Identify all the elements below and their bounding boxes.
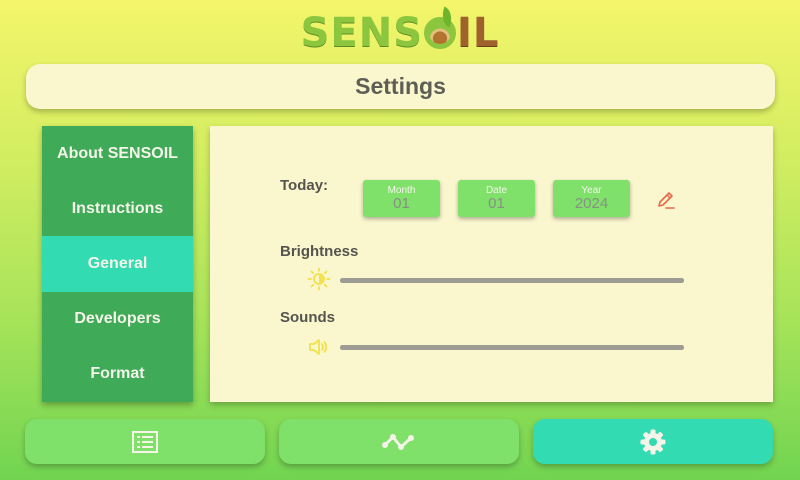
- logo-wordmark: SENS IL: [300, 6, 500, 56]
- day-value: 01: [488, 195, 505, 212]
- sidebar-item-format[interactable]: Format: [42, 347, 193, 402]
- list-icon: [132, 430, 158, 453]
- sidebar-item-label: Format: [90, 365, 145, 383]
- sounds-slider-fill: [340, 345, 684, 350]
- sounds-label: Sounds: [280, 309, 335, 326]
- pencil-icon[interactable]: [656, 190, 676, 210]
- sidebar-item-label: About SENSOIL: [57, 144, 178, 162]
- nav-list-button[interactable]: [25, 419, 265, 464]
- nav-settings-button[interactable]: [533, 419, 773, 464]
- brightness-label: Brightness: [280, 243, 359, 260]
- brightness-slider[interactable]: [340, 278, 684, 283]
- year-value: 2024: [574, 195, 609, 212]
- sidebar-item-label: General: [87, 254, 148, 272]
- sensoil-logo: SENS IL: [0, 6, 800, 58]
- gear-icon: [640, 429, 666, 454]
- day-field[interactable]: Date 01: [458, 180, 535, 217]
- soil-leaf-icon: [424, 6, 457, 49]
- logo-text-part2: IL: [457, 10, 500, 56]
- settings-sidebar: About SENSOIL Instructions General Devel…: [42, 126, 193, 402]
- sidebar-item-label: Instructions: [71, 199, 164, 217]
- sidebar-item-label: Developers: [74, 310, 161, 328]
- speaker-icon: [309, 339, 328, 355]
- nav-chart-button[interactable]: [279, 419, 519, 464]
- sounds-slider[interactable]: [340, 345, 684, 350]
- sidebar-item-instructions[interactable]: Instructions: [42, 181, 193, 236]
- brightness-slider-fill: [340, 278, 684, 283]
- general-settings-panel: Today: Month 01 Date 01 Year 2024 Bright…: [210, 126, 773, 402]
- chart-line-icon: [382, 433, 414, 450]
- sidebar-item-general[interactable]: General: [42, 236, 193, 292]
- month-field[interactable]: Month 01: [363, 180, 440, 217]
- page-title: Settings: [355, 73, 446, 99]
- sidebar-item-developers[interactable]: Developers: [42, 292, 193, 347]
- year-field[interactable]: Year 2024: [553, 180, 630, 217]
- sidebar-item-about[interactable]: About SENSOIL: [42, 126, 193, 181]
- month-value: 01: [393, 195, 410, 212]
- page-header: Settings: [26, 64, 775, 109]
- logo-text-part1: SENS: [300, 10, 424, 56]
- today-label: Today:: [280, 177, 329, 194]
- sun-icon: [307, 267, 331, 291]
